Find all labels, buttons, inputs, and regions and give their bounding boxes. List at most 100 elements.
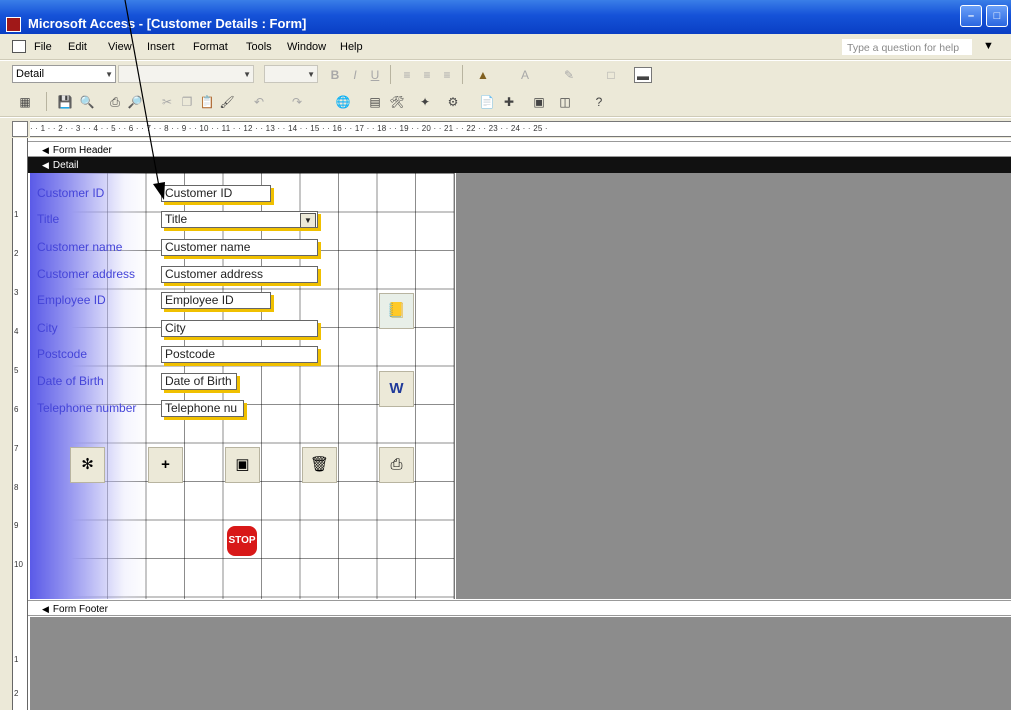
city-textbox[interactable]: City (161, 320, 318, 337)
minimize-button[interactable]: – (960, 5, 982, 27)
database-window-icon[interactable]: ▣ (530, 94, 548, 110)
city-label[interactable]: City (37, 320, 58, 337)
date-of-birth-label[interactable]: Date of Birth (37, 373, 104, 390)
menu-edit[interactable]: Edit (68, 41, 87, 53)
menu-help[interactable]: Help (340, 41, 363, 53)
form-selector[interactable] (12, 121, 28, 137)
file-search-icon[interactable]: 🔍 (78, 94, 96, 110)
word-icon: W (389, 380, 404, 397)
undo-icon[interactable]: ↶ (250, 94, 268, 110)
paste-icon[interactable]: 📋 (198, 94, 216, 110)
save-icon[interactable]: 💾 (56, 94, 74, 110)
properties-icon[interactable]: 📄 (478, 94, 496, 110)
toolbar-separator (462, 65, 463, 84)
align-left-icon[interactable]: ≡ (398, 67, 416, 83)
print-icon: ⎙ (390, 456, 403, 473)
save-record-button[interactable]: ▣ (225, 447, 260, 483)
vruler-tick: 4 (14, 327, 19, 336)
object-combo[interactable]: Detail ▼ (12, 65, 116, 83)
annotation-arrow (124, 0, 165, 200)
chevron-down-icon: ▼ (307, 70, 315, 79)
vruler-tick: 9 (14, 521, 19, 530)
help-question-input[interactable]: Type a question for help (842, 39, 972, 55)
delete-record-button[interactable]: 🗑 (302, 447, 337, 483)
menu-tools[interactable]: Tools (246, 41, 272, 53)
print-record-button[interactable]: ⎙ (379, 447, 414, 483)
section-arrow-icon: ◀ (42, 604, 49, 614)
customer-name-label[interactable]: Customer name (37, 239, 122, 256)
title-combobox-value: Title (165, 212, 188, 226)
title-label[interactable]: Title (37, 211, 59, 228)
find-record-button[interactable]: ✻ (70, 447, 105, 483)
help-icon[interactable]: ? (590, 94, 608, 110)
vruler-tick: 1 (14, 210, 19, 219)
menu-format[interactable]: Format (193, 41, 228, 53)
font-color-icon[interactable]: A (516, 67, 534, 83)
fill-color-icon[interactable]: ▲ (474, 67, 492, 83)
form-footer-bar[interactable]: ◀ Form Footer (28, 600, 1011, 616)
vruler-tick: 2 (14, 689, 19, 698)
italic-button[interactable]: I (346, 67, 364, 83)
insert-hyperlink-icon[interactable]: 🌐 (334, 94, 352, 110)
field-list-icon[interactable]: ▤ (366, 94, 384, 110)
bold-button[interactable]: B (326, 67, 344, 83)
align-center-icon[interactable]: ≡ (418, 67, 436, 83)
customer-address-textbox[interactable]: Customer address (161, 266, 318, 283)
employee-id-label[interactable]: Employee ID (37, 292, 106, 309)
left-gutter (0, 138, 12, 710)
stop-button[interactable]: STOP (227, 526, 257, 556)
trash-icon: 🗑 (309, 456, 330, 473)
autoformat-icon[interactable]: ✦ (416, 94, 434, 110)
format-painter-icon[interactable]: 🖌 (218, 94, 236, 110)
postcode-textbox[interactable]: Postcode (161, 346, 318, 363)
new-object-icon[interactable]: ◫ (556, 94, 574, 110)
form-document-icon[interactable] (12, 40, 26, 53)
menu-file[interactable]: File (34, 41, 52, 53)
form-header-label: Form Header (52, 145, 112, 156)
special-effect-icon[interactable]: ▬ (634, 67, 652, 83)
date-of-birth-textbox[interactable]: Date of Birth (161, 373, 237, 390)
chevron-down-icon: ▼ (243, 70, 251, 79)
notebook-icon: 📒 (387, 302, 406, 319)
chevron-down-icon[interactable]: ▼ (300, 213, 316, 227)
section-arrow-icon: ◀ (42, 160, 49, 170)
detail-label: Detail (52, 160, 79, 171)
vruler-tick: 5 (14, 366, 19, 375)
view-icon[interactable]: ▦ (16, 94, 34, 110)
underline-button[interactable]: U (366, 67, 384, 83)
employee-id-textbox[interactable]: Employee ID (161, 292, 271, 309)
binoculars-icon: ✻ (81, 456, 94, 473)
toolbox-icon[interactable]: 🛠 (388, 94, 406, 110)
line-color-icon[interactable]: ✎ (560, 67, 578, 83)
align-right-icon[interactable]: ≡ (438, 67, 456, 83)
build-icon[interactable]: ✚ (500, 94, 518, 110)
telephone-number-label[interactable]: Telephone number (37, 400, 136, 417)
line-width-icon[interactable]: □ (602, 67, 620, 83)
maximize-button[interactable]: □ (986, 5, 1008, 27)
customer-id-label[interactable]: Customer ID (37, 185, 104, 202)
notebook-button[interactable]: 📒 (379, 293, 414, 329)
word-merge-button[interactable]: W (379, 371, 414, 407)
form-footer-label: Form Footer (52, 604, 108, 615)
menu-window[interactable]: Window (287, 41, 326, 53)
detail-empty-area (456, 173, 1011, 599)
toolbar-separator (46, 92, 47, 111)
toolbar-separator (390, 65, 391, 84)
title-combobox[interactable]: Title ▼ (161, 211, 318, 228)
vertical-ruler[interactable] (12, 138, 28, 710)
postcode-label[interactable]: Postcode (37, 346, 87, 363)
object-combo-value: Detail (16, 68, 45, 80)
redo-icon[interactable]: ↷ (288, 94, 306, 110)
vruler-tick: 8 (14, 483, 19, 492)
vruler-tick: 1 (14, 655, 19, 664)
code-icon[interactable]: ⚙ (444, 94, 462, 110)
vruler-tick: 3 (14, 288, 19, 297)
help-dropdown-icon[interactable]: ▼ (983, 40, 994, 52)
vruler-tick: 10 (14, 560, 23, 569)
copy-icon[interactable]: ❐ (178, 94, 196, 110)
telephone-number-textbox[interactable]: Telephone nu (161, 400, 244, 417)
add-record-button[interactable]: + (148, 447, 183, 483)
customer-name-textbox[interactable]: Customer name (161, 239, 318, 256)
customer-address-label[interactable]: Customer address (37, 266, 135, 283)
font-size-combo[interactable]: ▼ (264, 65, 318, 83)
